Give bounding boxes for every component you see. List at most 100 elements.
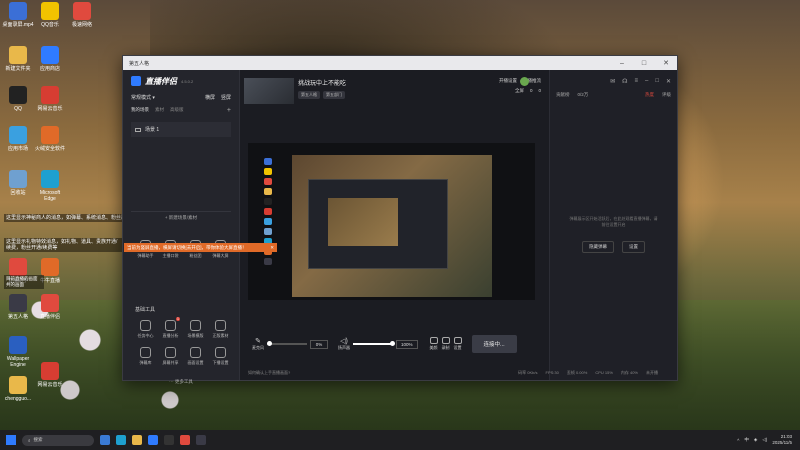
more-tools-button[interactable]: ··· 更多工具 — [123, 379, 239, 385]
preview-desktop-icons — [260, 155, 292, 297]
tool-button[interactable]: 画面设置 — [183, 347, 208, 366]
clock[interactable]: 21:03 2025/11/5 — [772, 434, 792, 446]
network-icon[interactable]: ◈ — [754, 437, 757, 443]
speaker-slider[interactable] — [353, 341, 395, 346]
mic-label: 麦克风 — [252, 345, 264, 350]
desktop-icon[interactable]: 应用商店 — [34, 46, 66, 72]
portrait-toggle[interactable]: 竖屏 — [221, 94, 231, 101]
store-icon[interactable] — [148, 435, 158, 445]
taskbar-search[interactable]: ⌕ 搜索 — [22, 434, 94, 446]
desktop-icon-label: QQ音乐 — [41, 22, 59, 28]
windows-start-icon[interactable] — [6, 435, 16, 445]
desktop-icon[interactable]: chengguo... — [2, 376, 34, 402]
stream-title[interactable]: 挑战玩中上不能吃 — [298, 78, 495, 87]
tool-icon — [140, 320, 151, 331]
speaker-volume[interactable]: 100% — [396, 339, 418, 349]
game-taskbar-icon[interactable] — [196, 435, 206, 445]
outer-titlebar[interactable]: 第五人格 – □ ✕ — [123, 56, 677, 70]
scene-item-label: 场景 1 — [145, 127, 160, 133]
gear-icon[interactable] — [453, 337, 462, 344]
notification-badge: 1 — [176, 317, 180, 321]
tool-button[interactable]: 1 直播分析 — [158, 317, 183, 339]
message-icon[interactable]: ✉ — [610, 78, 615, 85]
start-stream-button[interactable]: 连接中... — [471, 335, 517, 353]
avatar[interactable] — [520, 76, 529, 86]
desktop-icon-label: 应用市场 — [7, 146, 28, 152]
panel-tabs: 贡献榜 0/2万 热度 评级 — [550, 92, 677, 98]
file-explorer-icon[interactable] — [132, 435, 142, 445]
close-icon[interactable]: ✕ — [655, 59, 677, 67]
chevron-up-icon[interactable]: ^ — [737, 438, 739, 443]
desktop-icon[interactable]: 网易云音乐 — [34, 362, 66, 388]
app-icon — [9, 170, 27, 188]
stream-tag[interactable]: 第五人格 — [298, 91, 320, 99]
app-icon — [9, 126, 27, 144]
desktop-icon[interactable]: 第五人格 — [2, 294, 34, 320]
landscape-hint-text: 当前为竖屏直播，横屏请切换[去开启]，带你体验大屏直播！ — [127, 245, 247, 250]
edge-icon[interactable] — [116, 435, 126, 445]
beauty-icon[interactable] — [429, 337, 438, 344]
tool-button[interactable]: 任务中心 — [133, 320, 158, 339]
scene-item[interactable]: 场景 1 — [131, 122, 231, 137]
system-tray: ^ 中 ◈ ◁) 21:03 2025/11/5 — [737, 434, 800, 446]
maximize-icon[interactable]: □ — [633, 60, 655, 67]
record-icon[interactable] — [441, 337, 450, 344]
mic-icon[interactable]: ✎ — [255, 337, 261, 345]
tool-icon — [215, 347, 226, 358]
speaker-icon[interactable]: ◁) — [340, 337, 348, 345]
close-icon[interactable]: ✕ — [666, 78, 671, 85]
desktop-icon[interactable]: 直播伴侣 — [34, 294, 66, 320]
minimize-icon[interactable]: – — [611, 60, 633, 67]
terminal-icon[interactable] — [164, 435, 174, 445]
stat-item: 未开播 — [646, 370, 658, 375]
mic-slider[interactable] — [267, 341, 307, 346]
desktop-icon[interactable]: Wallpaper Engine — [2, 336, 34, 368]
hide-danmaku-button[interactable]: 隐藏弹幕 — [582, 241, 614, 253]
tool-label: 画面设置 — [187, 360, 204, 365]
tool-button[interactable]: 下播设置 — [208, 347, 233, 366]
menu-icon[interactable]: ≡ — [634, 78, 638, 84]
restore-icon[interactable]: □ — [655, 78, 659, 84]
minimize-icon[interactable]: – — [645, 78, 648, 84]
live-companion-taskbar-icon[interactable] — [180, 435, 190, 445]
tab-contribution[interactable]: 贡献榜 — [556, 92, 570, 98]
task-view-icon[interactable] — [100, 435, 110, 445]
tab-assets[interactable]: 素材 — [155, 107, 164, 114]
desktop-icon[interactable]: 回收站 — [2, 170, 34, 196]
new-scene-button[interactable]: + 新建场景/素材 — [131, 211, 231, 221]
tool-button[interactable]: 弹幕库 — [133, 347, 158, 366]
stream-thumbnail[interactable] — [244, 78, 294, 104]
desktop-icon[interactable]: 应用市场 — [2, 126, 34, 152]
desktop-icon[interactable]: 极速网络 — [66, 2, 98, 28]
volume-icon[interactable]: ◁) — [762, 437, 767, 443]
stream-settings-button[interactable]: 开播设置 — [499, 78, 517, 84]
tool-button[interactable]: 正版素材 — [208, 320, 233, 339]
tool-button[interactable]: 场景模版 — [183, 320, 208, 339]
stream-tag[interactable]: 第五部门 — [323, 91, 345, 99]
tool-label: 任务中心 — [137, 333, 154, 338]
desktop-icon[interactable]: 火绒安全软件 — [34, 126, 66, 152]
tool-button[interactable]: 屏幕共享 — [158, 347, 183, 366]
close-icon[interactable]: ✕ — [270, 245, 274, 251]
desktop-icon[interactable]: QQ — [2, 86, 34, 112]
add-scene-icon[interactable]: + — [227, 107, 231, 114]
tab-advanced[interactable]: 高级版 — [170, 107, 184, 114]
input-method[interactable]: 中 — [744, 437, 749, 443]
headset-icon[interactable]: ☊ — [622, 78, 627, 85]
mode-select[interactable]: 常规模式 ▾ — [131, 94, 155, 101]
panel-settings-button[interactable]: 设置 — [622, 241, 645, 253]
landscape-hint-banner[interactable]: 当前为竖屏直播，横屏请切换[去开启]，带你体验大屏直播！ ✕ — [124, 243, 277, 252]
app-icon — [41, 294, 59, 312]
desktop-icon[interactable]: 网易云音乐 — [34, 86, 66, 112]
help-link[interactable]: 如何确认上手直播画面? — [248, 370, 290, 376]
desktop-icon[interactable]: Microsoft Edge — [34, 170, 66, 202]
rank-button[interactable]: 评级 — [662, 92, 671, 98]
fullscreen-button[interactable]: 全屏 — [515, 88, 524, 94]
desktop-icon[interactable]: 新建文件夹 — [2, 46, 34, 72]
desktop-icon[interactable]: 桌面录屏.mp4 — [2, 2, 34, 28]
landscape-toggle[interactable]: 横屏 — [205, 94, 215, 101]
tab-my-scenes[interactable]: 我的场景 — [131, 107, 149, 114]
live-preview[interactable] — [248, 143, 535, 300]
desktop-icon[interactable]: QQ音乐 — [34, 2, 66, 28]
mic-volume[interactable]: 0% — [310, 339, 328, 349]
